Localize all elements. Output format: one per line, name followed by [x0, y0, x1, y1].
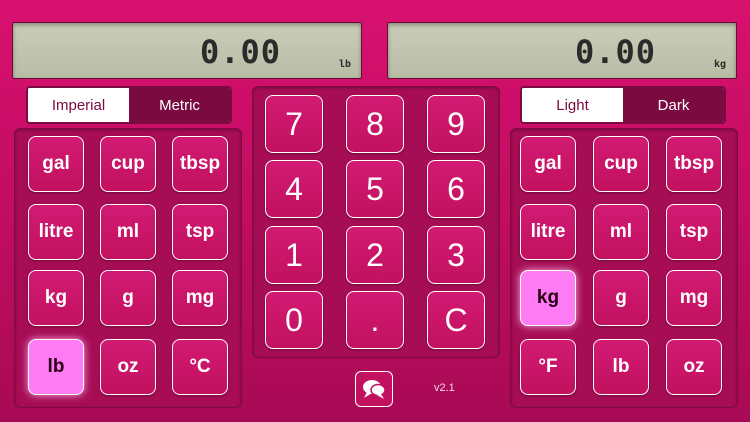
left-unit-litre-button[interactable]: litre: [28, 204, 84, 260]
left-unit-tsp-button[interactable]: tsp: [172, 204, 228, 260]
right-unit-tsp-button[interactable]: tsp: [666, 204, 722, 260]
key-9[interactable]: 9: [427, 95, 485, 153]
system-toggle: Imperial Metric: [26, 86, 232, 124]
right-unit-cup-button[interactable]: cup: [593, 136, 649, 192]
dark-option[interactable]: Dark: [623, 88, 724, 122]
share-button[interactable]: [355, 371, 393, 407]
key-1[interactable]: 1: [265, 226, 323, 284]
key-8[interactable]: 8: [346, 95, 404, 153]
right-unit-fahrenheit-button[interactable]: °F: [520, 339, 576, 395]
right-unit-g-button[interactable]: g: [593, 270, 649, 326]
left-unit-mg-button[interactable]: mg: [172, 270, 228, 326]
left-unit-oz-button[interactable]: oz: [100, 339, 156, 395]
key-7[interactable]: 7: [265, 95, 323, 153]
left-unit-kg-button[interactable]: kg: [28, 270, 84, 326]
key-decimal[interactable]: .: [346, 291, 404, 349]
right-unit-kg-button[interactable]: kg: [520, 270, 576, 326]
imperial-option[interactable]: Imperial: [28, 88, 129, 122]
right-unit-lb-button[interactable]: lb: [593, 339, 649, 395]
left-unit-gal-button[interactable]: gal: [28, 136, 84, 192]
left-unit-celsius-button[interactable]: °C: [172, 339, 228, 395]
key-0[interactable]: 0: [265, 291, 323, 349]
left-display-value: 0.00: [199, 33, 281, 71]
left-unit-cup-button[interactable]: cup: [100, 136, 156, 192]
right-unit-gal-button[interactable]: gal: [520, 136, 576, 192]
key-3[interactable]: 3: [427, 226, 485, 284]
key-4[interactable]: 4: [265, 160, 323, 218]
key-6[interactable]: 6: [427, 160, 485, 218]
version-label: v2.1: [434, 382, 455, 394]
right-unit-ml-button[interactable]: ml: [593, 204, 649, 260]
key-clear[interactable]: C: [427, 291, 485, 349]
light-option[interactable]: Light: [522, 88, 623, 122]
theme-toggle: Light Dark: [520, 86, 726, 124]
left-unit-lb-button[interactable]: lb: [28, 339, 84, 395]
right-display-unit: kg: [713, 59, 726, 70]
left-display: 0.00 lb: [12, 22, 362, 79]
right-unit-oz-button[interactable]: oz: [666, 339, 722, 395]
right-display-value: 0.00: [574, 33, 656, 71]
left-unit-tbsp-button[interactable]: tbsp: [172, 136, 228, 192]
right-display: 0.00 kg: [387, 22, 737, 79]
right-unit-mg-button[interactable]: mg: [666, 270, 722, 326]
left-display-unit: lb: [338, 59, 351, 70]
left-unit-ml-button[interactable]: ml: [100, 204, 156, 260]
share-bubble-icon: [363, 380, 386, 399]
key-5[interactable]: 5: [346, 160, 404, 218]
right-unit-tbsp-button[interactable]: tbsp: [666, 136, 722, 192]
metric-option[interactable]: Metric: [129, 88, 230, 122]
key-2[interactable]: 2: [346, 226, 404, 284]
left-unit-g-button[interactable]: g: [100, 270, 156, 326]
right-unit-litre-button[interactable]: litre: [520, 204, 576, 260]
